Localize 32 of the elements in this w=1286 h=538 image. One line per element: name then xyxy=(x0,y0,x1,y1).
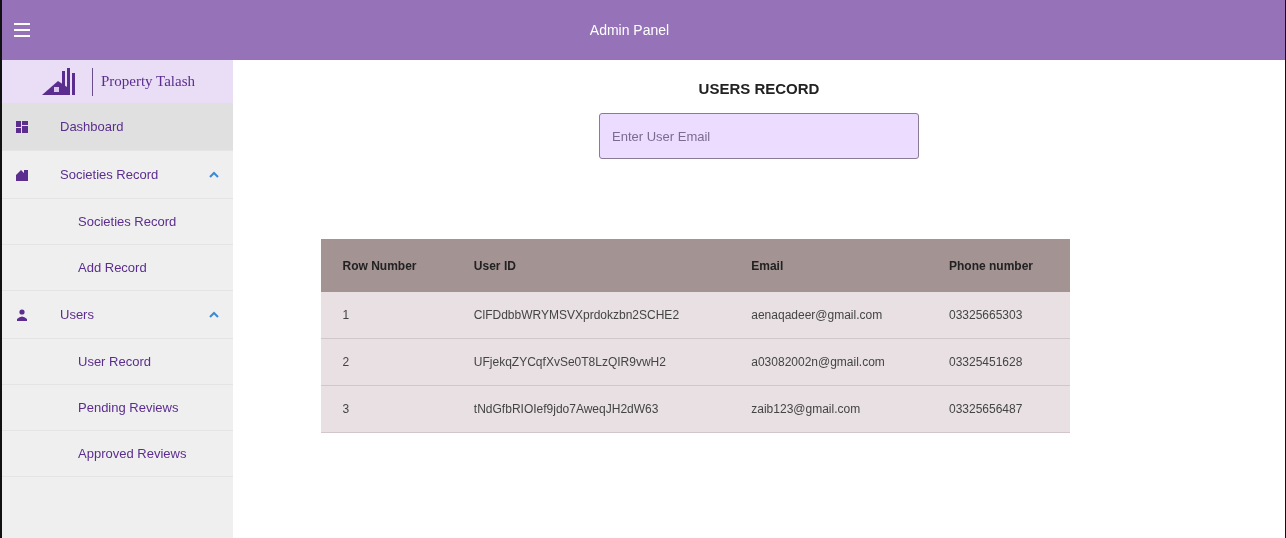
sidebar-subitem[interactable]: Add Record xyxy=(2,245,233,291)
sidebar-subitem[interactable]: Pending Reviews xyxy=(2,385,233,431)
table-cell: 03325451628 xyxy=(926,338,1070,386)
table-cell: 2 xyxy=(320,338,452,386)
column-header: Email xyxy=(729,239,927,292)
table-cell: 03325665303 xyxy=(926,292,1070,339)
app-title: Admin Panel xyxy=(589,22,671,38)
column-header: Row Number xyxy=(320,239,452,292)
dashboard-icon xyxy=(16,120,28,133)
table-cell: ClFDdbbWRYMSVXprdokzbn2SCHE2 xyxy=(451,292,730,339)
sidebar-subitem[interactable]: User Record xyxy=(2,339,233,385)
sidebar-subitem[interactable]: Societies Record xyxy=(2,199,233,245)
brand-name: Property Talash xyxy=(100,73,196,90)
table-cell: tNdGfbRIOIef9jdo7AweqJH2dW63 xyxy=(451,385,730,433)
house-icon xyxy=(16,168,28,181)
column-header: User ID xyxy=(451,239,730,292)
table-cell: 1 xyxy=(320,292,452,339)
page-title: USERS RECORD xyxy=(698,80,820,97)
menu-icon[interactable] xyxy=(14,23,30,37)
sidebar-item[interactable]: Societies Record xyxy=(2,151,233,199)
column-header: Phone number xyxy=(926,239,1070,292)
table-cell: UFjekqZYCqfXvSe0T8LzQIR9vwH2 xyxy=(451,338,730,386)
table-cell: zaib123@gmail.com xyxy=(729,385,927,433)
sidebar-subitem[interactable]: Approved Reviews xyxy=(2,431,233,477)
sidebar-item[interactable]: Users xyxy=(2,291,233,339)
email-search-field[interactable]: Enter User Email xyxy=(599,113,919,159)
table-cell: a03082002n@gmail.com xyxy=(729,338,927,386)
sidebar-item[interactable]: Dashboard xyxy=(2,103,233,151)
table-cell: aenaqadeer@gmail.com xyxy=(729,292,927,339)
table-cell: 3 xyxy=(320,385,452,433)
table-cell: 03325656487 xyxy=(926,385,1070,433)
person-icon xyxy=(16,308,28,321)
